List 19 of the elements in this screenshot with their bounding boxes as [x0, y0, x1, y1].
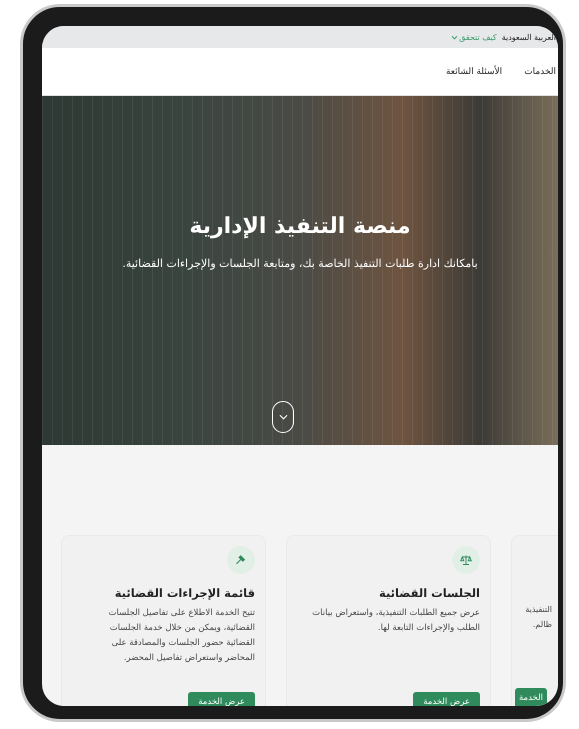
hero-title: منصة التنفيذ الإدارية [189, 214, 411, 239]
scroll-down-button[interactable] [272, 401, 294, 433]
nav-link[interactable]: الأسئلة الشائعة [446, 66, 502, 76]
view-service-button[interactable]: الخدمة [514, 688, 547, 706]
scales-icon [460, 554, 472, 566]
card-title: قائمة الإجراءات القضائية [114, 586, 255, 600]
gavel-icon [235, 554, 247, 566]
view-service-button[interactable]: عرض الخدمة [188, 692, 255, 706]
chevron-down-icon [451, 34, 458, 40]
nav-link[interactable]: الخدمات [524, 66, 556, 76]
hero-subtitle: بامكانك ادارة طلبات التنفيذ الخاصة بك، ومتابعة الجلسات والإجراءات القضائية. [122, 257, 478, 270]
verify-link[interactable]: كيف تتحقق [451, 32, 497, 42]
region-label: العربية السعودية [502, 32, 556, 42]
card-description: عرض جميع الطلبات التنفيذية، واستعراض بيانات الطلب والإجراءات التابعة لها. [312, 607, 480, 635]
card-description: تتيح الخدمة الاطلاع على تفاصيل الجلسات القضائية، ويمكن من خلال خدمة الجلسات القضائية حضور الجلسات والمصادقة على المحاضر واستعراض تفاصيل المحضر. [108, 607, 255, 665]
card-description: التنفيذية ظالم. [525, 604, 552, 631]
card-title: الجلسات القضائية [379, 586, 480, 600]
view-service-button[interactable]: عرض الخدمة [413, 692, 480, 706]
chevron-down-icon [278, 414, 288, 420]
